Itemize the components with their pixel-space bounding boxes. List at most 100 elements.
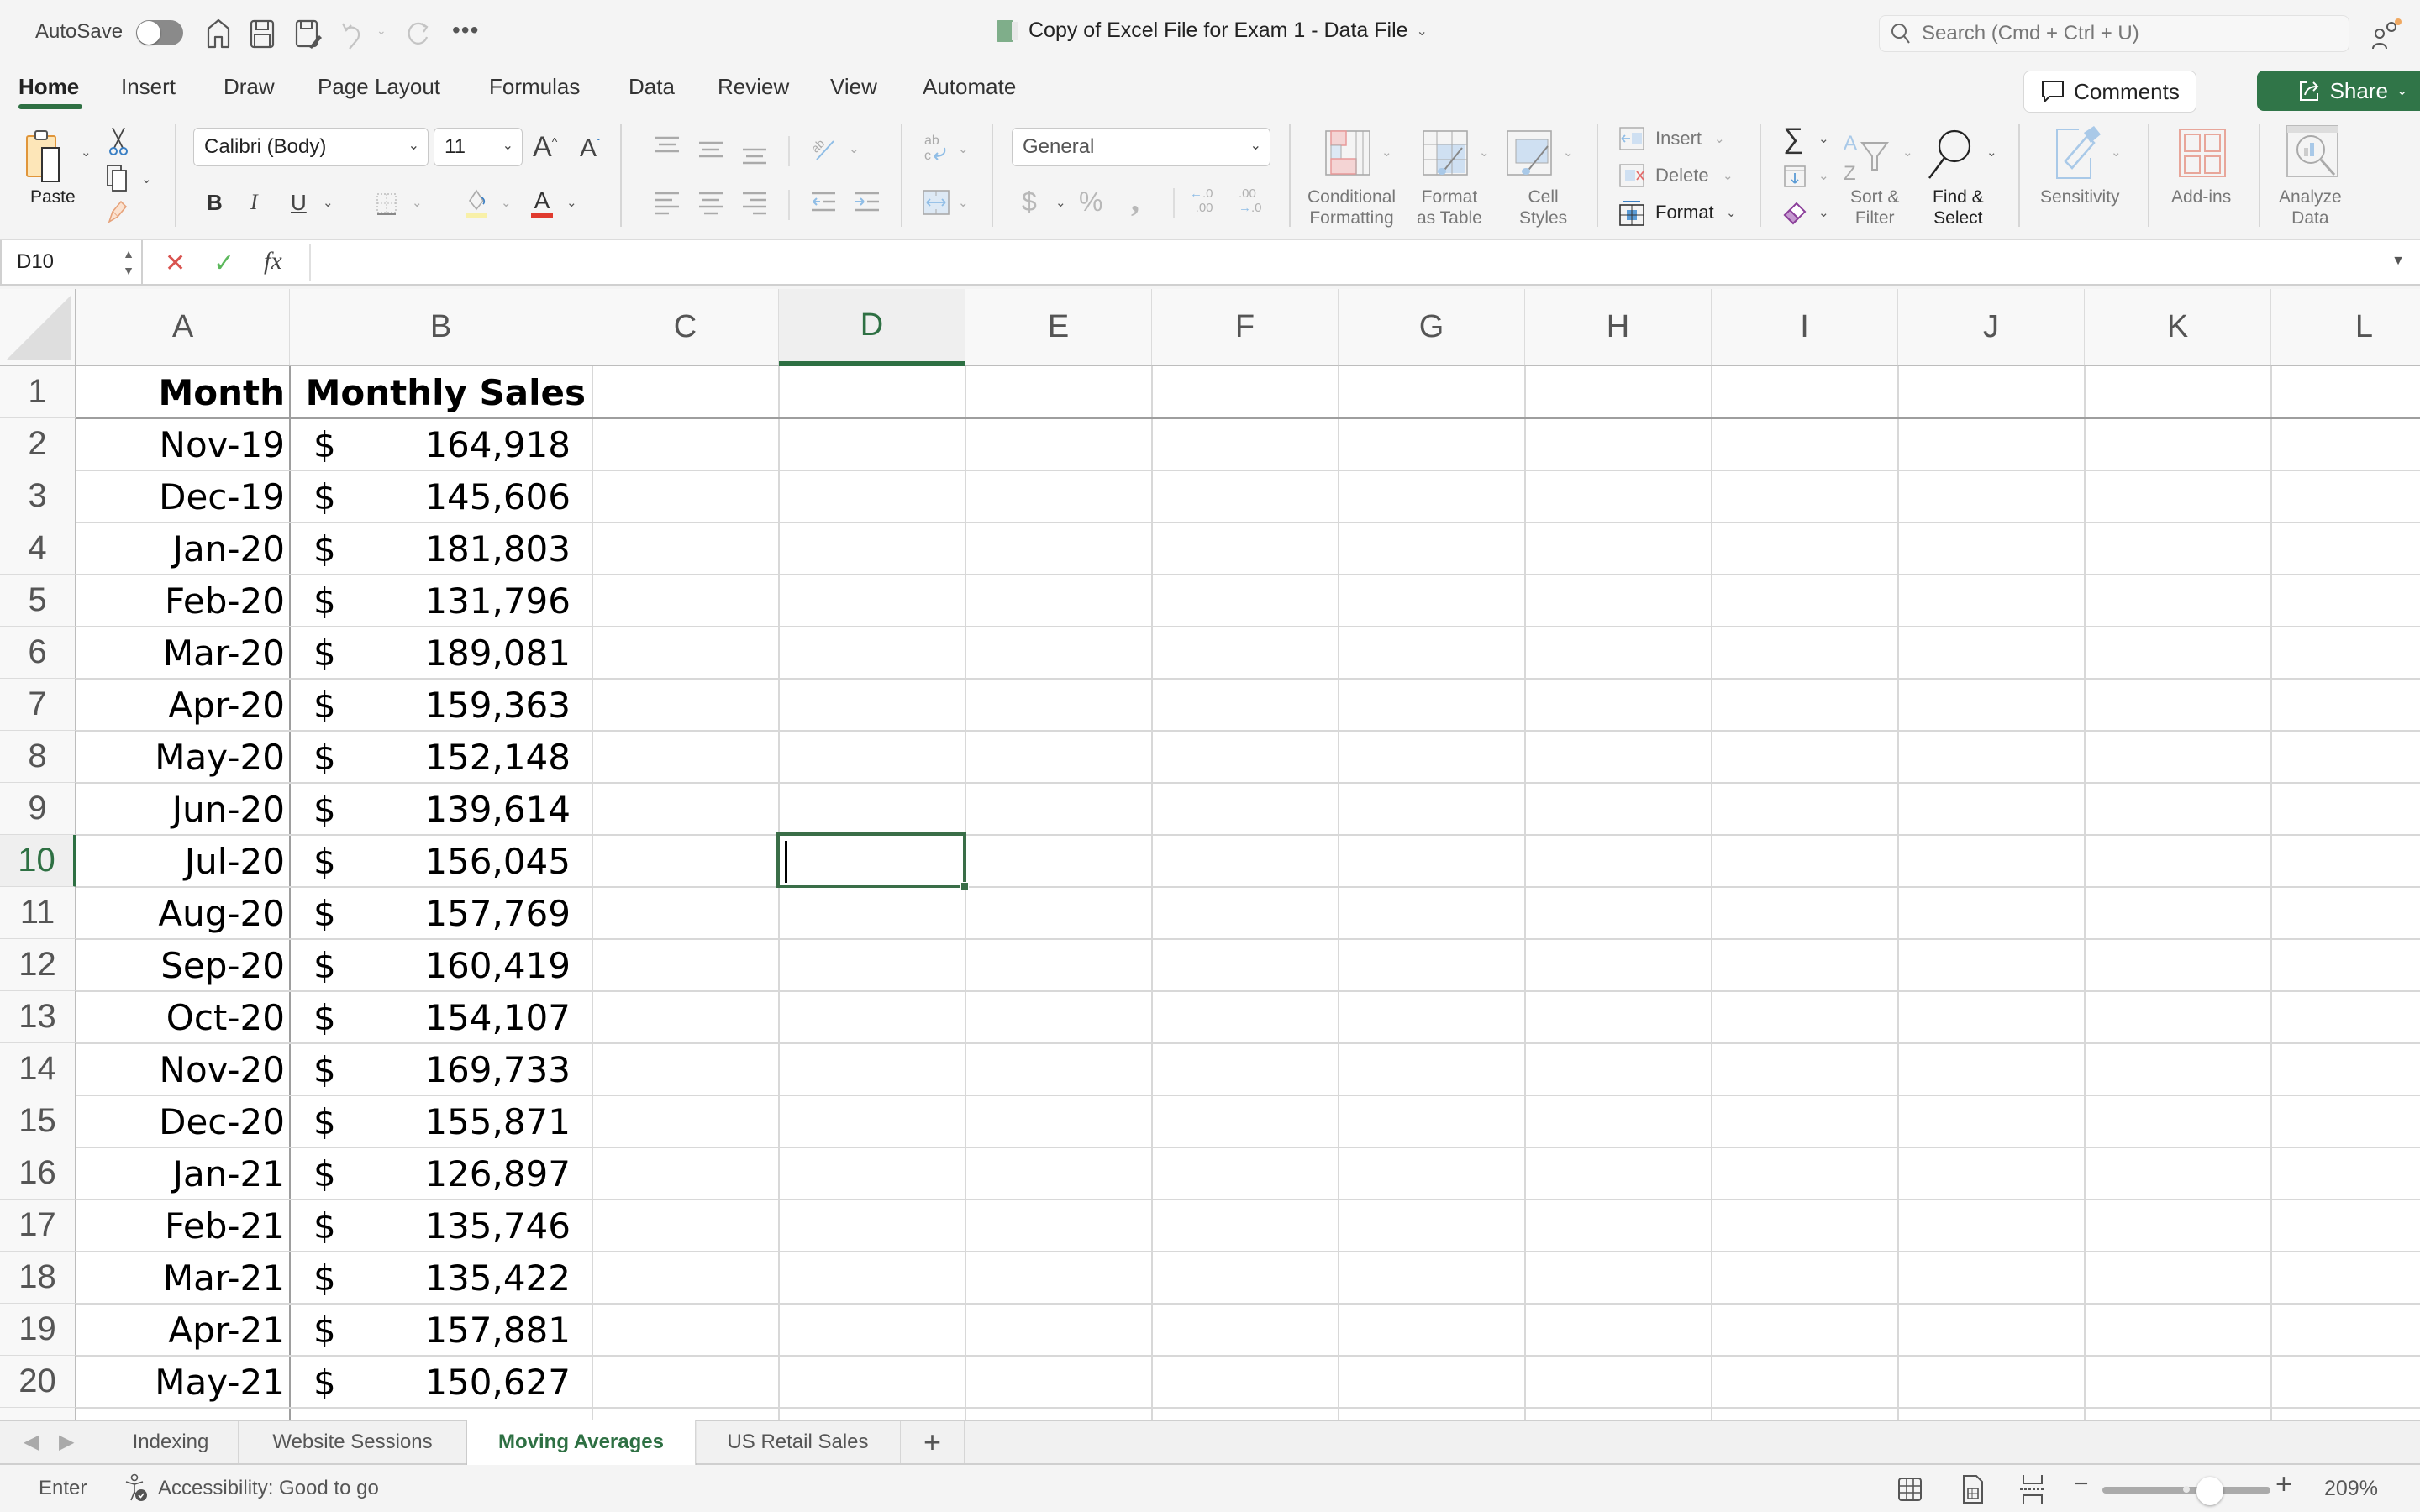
cell-month[interactable]: Jun-20 [76, 783, 285, 835]
cell-sales[interactable]: 135,746 [290, 1200, 571, 1252]
row-header-9[interactable]: 9 [0, 783, 76, 835]
decrease-decimal-icon[interactable]: .00 →.0 [1239, 186, 1262, 215]
sort-filter-icon[interactable]: AZ [1842, 128, 1896, 183]
orientation-icon[interactable]: ab [808, 133, 839, 163]
fill-handle[interactable] [960, 882, 969, 890]
cell-sales[interactable]: 145,606 [290, 470, 571, 522]
cell-month[interactable]: Sep-20 [76, 939, 285, 991]
underline-button[interactable]: U [291, 190, 307, 216]
cell-currency-symbol[interactable]: $ [313, 1408, 592, 1420]
autosum-icon[interactable]: ∑ [1783, 123, 1803, 155]
row-header-17[interactable]: 17 [0, 1200, 76, 1252]
delete-cells-label[interactable]: Delete [1655, 165, 1709, 186]
cell-sales[interactable]: 189,081 [290, 627, 571, 679]
decrease-font-size-icon[interactable]: Aˇ [580, 134, 601, 163]
tab-home[interactable]: Home [18, 74, 79, 100]
row-header-1[interactable]: 1 [0, 366, 76, 418]
cell-sales[interactable]: 135,422 [290, 1252, 571, 1304]
save-icon[interactable] [245, 17, 279, 50]
row-header-11[interactable]: 11 [0, 887, 76, 939]
insert-function-icon[interactable]: fx [264, 247, 282, 276]
column-header-d[interactable]: D [779, 289, 965, 366]
row-header-7[interactable]: 7 [0, 679, 76, 731]
copy-dropdown-icon[interactable]: ⌄ [141, 171, 152, 186]
share-button[interactable]: Share ⌄ [2257, 71, 2420, 111]
wrap-text-icon[interactable]: ab c [921, 131, 951, 165]
column-header-f[interactable]: F [1152, 289, 1339, 366]
underline-dropdown-icon[interactable]: ⌄ [323, 195, 334, 210]
sort-filter-dropdown-icon[interactable]: ⌄ [1902, 144, 1913, 160]
paste-dropdown-icon[interactable]: ⌄ [81, 144, 92, 160]
accessibility-status[interactable]: Accessibility: Good to go [158, 1477, 379, 1500]
accounting-format-icon[interactable]: $ [1022, 186, 1037, 218]
tab-formulas[interactable]: Formulas [489, 74, 580, 100]
italic-button[interactable]: I [250, 190, 258, 215]
more-commands-icon[interactable]: ••• [452, 17, 479, 44]
accounting-dropdown-icon[interactable]: ⌄ [1055, 195, 1066, 210]
cell-month[interactable]: May-21 [76, 1356, 285, 1408]
font-color-icon[interactable]: A [528, 186, 556, 220]
column-header-c[interactable]: C [592, 289, 779, 366]
horizontal-alignment-group[interactable] [652, 190, 770, 215]
cell-sales[interactable]: 169,733 [290, 1043, 571, 1095]
font-size-select[interactable]: 11 ⌄ [434, 128, 523, 166]
add-sheet-button[interactable]: + [901, 1421, 965, 1463]
insert-dropdown-icon[interactable]: ⌄ [1714, 131, 1725, 146]
row-header-20[interactable]: 20 [0, 1356, 76, 1408]
row-header-4[interactable]: 4 [0, 522, 76, 575]
cell-sales[interactable]: 157,881 [290, 1304, 571, 1356]
row-header-21[interactable] [0, 1408, 76, 1420]
cell-sales[interactable]: 150,627 [290, 1356, 571, 1408]
row-header-10[interactable]: 10 [0, 835, 76, 887]
column-header-b[interactable]: B [290, 289, 592, 366]
column-header-g[interactable]: G [1339, 289, 1525, 366]
format-as-table-icon[interactable] [1420, 128, 1470, 178]
row-header-8[interactable]: 8 [0, 731, 76, 783]
cell-month[interactable]: Jul-20 [76, 835, 285, 887]
sensitivity-dropdown-icon[interactable]: ⌄ [2111, 144, 2122, 160]
find-select-label[interactable]: Find & Select [1933, 186, 1984, 228]
insert-cells-label[interactable]: Insert [1655, 128, 1702, 150]
row-header-5[interactable]: 5 [0, 575, 76, 627]
sheet-tab-us-retail-sales[interactable]: US Retail Sales [696, 1421, 901, 1463]
cell-month[interactable]: Apr-20 [76, 679, 285, 731]
row-header-12[interactable]: 12 [0, 939, 76, 991]
row-header-6[interactable]: 6 [0, 627, 76, 679]
wrap-text-dropdown-icon[interactable]: ⌄ [958, 141, 969, 156]
borders-dropdown-icon[interactable]: ⌄ [412, 195, 423, 210]
cell-styles-label[interactable]: Cell Styles [1519, 186, 1567, 228]
increase-decimal-icon[interactable]: ←.0.00 [1190, 186, 1213, 215]
row-header-2[interactable]: 2 [0, 418, 76, 470]
vertical-alignment-group[interactable] [652, 134, 770, 168]
comments-button[interactable]: Comments [2023, 71, 2196, 113]
row-header-16[interactable]: 16 [0, 1147, 76, 1200]
spreadsheet-grid[interactable]: ABCDEFGHIJKL 1 2 3 4 5 6 7 8 9 10 11 12 13 14 15 16 17 18… [0, 289, 2420, 1420]
format-cells-icon[interactable] [1618, 200, 1645, 227]
analyze-data-icon[interactable] [2286, 124, 2341, 180]
sensitivity-icon[interactable] [2054, 124, 2104, 183]
row-header-19[interactable]: 19 [0, 1304, 76, 1356]
column-header-i[interactable]: I [1712, 289, 1898, 366]
find-select-icon[interactable] [1924, 126, 1978, 181]
column-header-e[interactable]: E [965, 289, 1152, 366]
format-cells-label[interactable]: Format [1655, 202, 1714, 223]
previous-sheet-icon[interactable]: ◀ [24, 1430, 39, 1454]
column-header-a[interactable]: A [76, 289, 290, 366]
cell-sales[interactable]: 139,614 [290, 783, 571, 835]
find-select-dropdown-icon[interactable]: ⌄ [1986, 144, 1997, 160]
merge-center-icon[interactable] [921, 188, 951, 217]
indent-group[interactable] [810, 190, 886, 215]
cell-month[interactable]: Aug-20 [76, 887, 285, 939]
tab-draw[interactable]: Draw [224, 74, 275, 100]
font-name-select[interactable]: Calibri (Body) ⌄ [193, 128, 429, 166]
redo-icon[interactable] [402, 17, 435, 50]
cell-sales[interactable]: 181,803 [290, 522, 571, 575]
name-box[interactable]: D10 ▲ ▼ [0, 240, 143, 284]
cell-sales[interactable]: 155,871 [290, 1095, 571, 1147]
cell-a1-header[interactable]: Month [76, 366, 285, 418]
column-header-h[interactable]: H [1525, 289, 1712, 366]
column-header-j[interactable]: J [1898, 289, 2085, 366]
clear-dropdown-icon[interactable]: ⌄ [1818, 205, 1829, 220]
row-header-18[interactable]: 18 [0, 1252, 76, 1304]
cell-b1-header[interactable]: Monthly Sales [290, 366, 586, 418]
